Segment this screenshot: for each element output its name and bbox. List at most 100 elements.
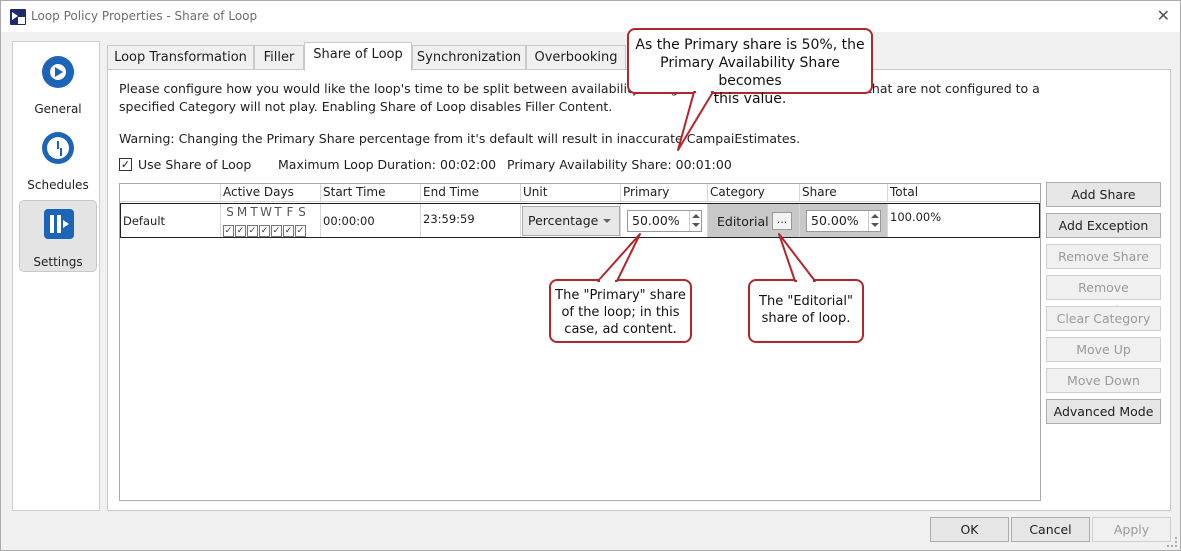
nav-label: General	[34, 102, 82, 116]
nav-item-general[interactable]: General	[19, 48, 97, 120]
start-time-cell[interactable]: 00:00:00	[320, 204, 420, 237]
tab-loop-transformation[interactable]: Loop Transformation	[107, 45, 254, 71]
warning-text: Warning: Changing the Primary Share perc…	[119, 131, 800, 146]
day-letters: SMTWTFS	[224, 205, 308, 219]
move-up-button[interactable]: Move Up	[1046, 337, 1161, 362]
use-share-of-loop-label: Use Share of Loop	[138, 157, 252, 172]
spinner-arrows-icon[interactable]	[868, 211, 880, 231]
callout-line: of the loop; in this	[561, 305, 680, 320]
info-text: Please configure how you would like the …	[119, 80, 1049, 116]
col-category: Category	[707, 184, 799, 202]
active-days-cell[interactable]: SMTWTFS ✓ ✓ ✓ ✓ ✓ ✓ ✓	[220, 204, 320, 237]
day-letter: T	[250, 205, 258, 219]
day-letter: M	[236, 205, 248, 219]
category-browse-button[interactable]: ...	[772, 212, 792, 230]
col-total: Total	[887, 184, 1040, 202]
nav-item-schedules[interactable]: Schedules	[19, 124, 97, 196]
primary-spinner[interactable]: 50.00%	[627, 210, 702, 232]
ok-button[interactable]: OK	[930, 517, 1009, 542]
advanced-mode-button[interactable]: Advanced Mode	[1046, 399, 1161, 424]
tab-filler[interactable]: Filler	[254, 45, 304, 71]
col-active-days: Active Days	[220, 184, 320, 202]
primary-value: 50.00%	[632, 213, 680, 228]
day-checkbox[interactable]: ✓	[259, 225, 270, 237]
tab-synchronization[interactable]: Synchronization	[412, 45, 526, 71]
info-line1-tail: that are not configured to a	[867, 81, 1040, 96]
max-loop-value: 00:02:00	[440, 157, 497, 172]
max-loop-duration: Maximum Loop Duration: 00:02:00	[278, 157, 496, 172]
warning-tail: Estimates.	[734, 131, 801, 146]
day-letter: S	[226, 205, 234, 219]
day-checkbox[interactable]: ✓	[247, 225, 258, 237]
day-checkbox[interactable]: ✓	[295, 225, 306, 237]
day-checkbox[interactable]: ✓	[271, 225, 282, 237]
window-title: Loop Policy Properties - Share of Loop	[31, 9, 258, 23]
unit-value: Percentage	[528, 213, 599, 228]
primary-avail-value: 00:01:00	[675, 157, 732, 172]
callout-primary-availability: As the Primary share is 50%, the Primary…	[627, 28, 873, 107]
nav-label: Schedules	[27, 178, 89, 192]
add-share-button[interactable]: Add Share	[1046, 182, 1161, 207]
share-spinner[interactable]: 50.00%	[806, 210, 881, 232]
day-letter: F	[286, 205, 294, 219]
primary-cell: 50.00%	[620, 204, 707, 237]
day-letter: T	[274, 205, 282, 219]
col-primary: Primary	[620, 184, 707, 202]
col-share: Share	[799, 184, 887, 202]
tab-overbooking[interactable]: Overbooking	[526, 45, 626, 71]
day-letter: S	[298, 205, 306, 219]
category-value: Editorial	[717, 214, 769, 229]
add-exception-button[interactable]: Add Exception	[1046, 213, 1161, 238]
category-cell: Editorial ...	[707, 204, 799, 237]
move-down-button[interactable]: Move Down	[1046, 368, 1161, 393]
spinner-arrows-icon[interactable]	[689, 211, 701, 231]
clear-category-button[interactable]: Clear Category	[1046, 306, 1161, 331]
callout-line: The "Editorial"	[759, 294, 853, 309]
primary-availability-share: Primary Availability Share: 00:01:00	[507, 157, 732, 172]
callout-line: As the Primary share is 50%, the	[635, 37, 865, 53]
clock-icon	[42, 132, 74, 164]
end-time-cell[interactable]: 23:59:59	[420, 204, 520, 237]
callout-line: The "Primary" share	[555, 288, 686, 303]
callout-line: case, ad content.	[564, 322, 677, 337]
share-cell: 50.00%	[799, 204, 887, 237]
day-letter: W	[260, 205, 272, 219]
day-checkboxes: ✓ ✓ ✓ ✓ ✓ ✓ ✓	[223, 222, 307, 237]
max-loop-label: Maximum Loop Duration:	[278, 157, 437, 172]
apply-button[interactable]: Apply	[1092, 517, 1171, 542]
tab-share-of-loop[interactable]: Share of Loop	[304, 42, 412, 71]
resize-grip-icon[interactable]	[1167, 537, 1177, 547]
callout-editorial-share: The "Editorial" share of loop.	[748, 279, 864, 343]
col-unit: Unit	[520, 184, 620, 202]
chevron-down-icon	[603, 219, 611, 223]
remove-exception-button[interactable]: Remove Exception	[1046, 275, 1161, 318]
remove-share-button[interactable]: Remove Share	[1046, 244, 1161, 269]
left-nav: General Schedules Settings	[12, 41, 100, 511]
day-checkbox[interactable]: ✓	[283, 225, 294, 237]
callout-line: Primary Availability Share becomes	[660, 55, 840, 89]
table-row[interactable]: Default SMTWTFS ✓ ✓ ✓ ✓ ✓ ✓ ✓ 00:00:00 23:59:5…	[120, 203, 1040, 238]
share-value: 50.00%	[811, 213, 859, 228]
title-bar: Loop Policy Properties - Share of Loop ✕	[1, 1, 1180, 32]
unit-dropdown[interactable]: Percentage	[522, 206, 620, 236]
primary-avail-label: Primary Availability Share:	[507, 157, 672, 172]
grid-header: Active Days Start Time End Time Unit Pri…	[120, 184, 1040, 202]
col-start-time: Start Time	[320, 184, 420, 202]
settings-icon	[44, 209, 74, 239]
col-end-time: End Time	[420, 184, 520, 202]
info-line1: Please configure how you would like the …	[119, 81, 679, 96]
day-checkbox[interactable]: ✓	[223, 225, 234, 237]
use-share-of-loop-checkbox[interactable]: ✓	[119, 158, 132, 171]
cancel-button[interactable]: Cancel	[1011, 517, 1090, 542]
dialog-window: Loop Policy Properties - Share of Loop ✕…	[0, 0, 1181, 551]
callout-primary-share: The "Primary" share of the loop; in this…	[549, 279, 692, 343]
app-icon	[10, 9, 26, 25]
info-line2: specified Category will not play. Enabli…	[119, 99, 613, 114]
nav-item-settings[interactable]: Settings	[19, 200, 97, 272]
total-cell: 100.00%	[887, 204, 1039, 237]
callout-line: this value.	[713, 91, 787, 107]
close-icon[interactable]: ✕	[1157, 6, 1170, 25]
play-circle-icon	[42, 56, 74, 88]
day-checkbox[interactable]: ✓	[235, 225, 246, 237]
row-name: Default	[123, 214, 166, 228]
